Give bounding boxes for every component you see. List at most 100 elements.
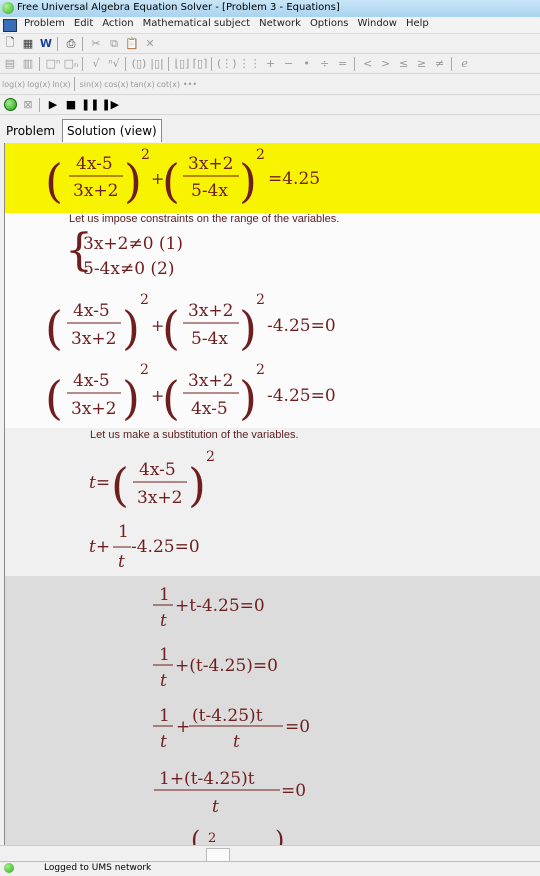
svg-text:-4.25=0: -4.25=0 [267,386,336,406]
minus-button[interactable]: − [281,56,297,72]
nth-root-icon[interactable]: ⁿ√ [106,56,122,72]
tab-solution-view[interactable]: Solution (view) [62,119,162,142]
svg-text:(: ( [111,458,129,512]
svg-text:(: ( [162,154,180,208]
menu-help[interactable]: Help [406,18,429,29]
svg-text:3x+2: 3x+2 [71,329,116,349]
abs-icon[interactable]: |▯| [149,56,165,72]
svg-text:2: 2 [256,292,265,308]
less-than-button[interactable]: < [360,56,376,72]
step-icon[interactable]: ❚▶ [101,97,119,113]
svg-text:): ) [122,301,140,355]
status-bar: Logged to UMS network [0,861,540,876]
matrix-row-icon[interactable]: ▤ [2,56,18,72]
log-base-button[interactable]: log(x) [2,76,25,92]
ln-button[interactable]: ln(x) [52,76,70,92]
floor-icon[interactable]: ⌊▯⌋ [174,56,190,72]
svg-text:): ) [239,371,257,425]
disconnect-icon[interactable]: ⊠ [20,97,36,113]
sqrt-icon[interactable]: √ [88,56,104,72]
substitution-equations: t= ( 4x-5 3x+2 ) 2 t+ 1 t -4.25=0 [89,449,215,572]
equals-button[interactable]: = [335,56,351,72]
scrollbar-thumb[interactable] [206,848,230,862]
svg-text:4x-5: 4x-5 [139,460,176,480]
equation-step-2: ( 4x-5 3x+2 ) 2 + ( 3x+2 4x-5 ) 2 -4.25=… [45,362,336,425]
title-bar: Free Universal Algebra Equation Solver -… [0,0,540,18]
delete-icon[interactable]: ✕ [142,36,158,52]
svg-text:2: 2 [140,362,149,378]
svg-text:t: t [160,671,167,691]
svg-text:1: 1 [118,522,129,542]
cot-button[interactable]: cot(x) [157,76,180,92]
svg-text:): ) [275,826,284,845]
svg-text:=0: =0 [281,781,306,801]
plus-button[interactable]: + [263,56,279,72]
math-toolbar: ▤ ▥ □ⁿ □ₙ √ ⁿ√ (▯) |▯| ⌊▯⌋ ⌈▯⌉ (⋮) ⋮⋮ + … [0,54,540,74]
parentheses-icon[interactable]: (▯) [131,56,147,72]
multiply-button[interactable]: • [299,56,315,72]
word-export-icon[interactable]: W [38,36,54,52]
subscript-icon[interactable]: □ₙ [63,56,79,72]
horizontal-scrollbar[interactable] [0,845,540,862]
play-icon[interactable]: ▶ [45,97,61,113]
svg-text:(: ( [162,371,180,425]
menu-edit[interactable]: Edit [74,18,93,29]
menu-problem[interactable]: Problem [24,18,65,29]
solve-step-3-numerator: (t-4.25)t [192,706,263,726]
power-icon[interactable]: □ⁿ [45,56,61,72]
t-definition-lhs: t= [89,473,110,493]
document-system-menu-icon[interactable] [3,19,17,32]
matrix-icon[interactable]: (⋮) [217,56,237,72]
calculator-icon[interactable]: ▦ [20,36,36,52]
matrix-col-icon[interactable]: ▥ [20,56,36,72]
stop-icon[interactable]: ■ [63,97,79,113]
new-document-icon[interactable]: 🗋 [2,36,18,52]
t-plus: t+ [89,537,110,557]
grid-icon[interactable]: ⋮⋮ [239,56,261,72]
less-equal-button[interactable]: ≤ [396,56,412,72]
menu-mathematical-subject[interactable]: Mathematical subject [143,18,251,29]
euler-e-button[interactable]: e [457,56,473,72]
solve-step-1: +t-4.25=0 [175,596,265,616]
menu-action[interactable]: Action [102,18,133,29]
greater-than-button[interactable]: > [378,56,394,72]
ceil-icon[interactable]: ⌈▯⌉ [192,56,208,72]
svg-text:): ) [124,154,142,208]
cos-button[interactable]: cos(x) [104,76,128,92]
t-equation-rhs: -4.25=0 [131,537,200,557]
not-equal-button[interactable]: ≠ [432,56,448,72]
frac-b-denominator: 5-4x [191,181,228,201]
svg-text:3x+2: 3x+2 [188,301,233,321]
menu-options[interactable]: Options [310,18,349,29]
menu-network[interactable]: Network [259,18,301,29]
svg-text:1: 1 [159,585,170,605]
menu-window[interactable]: Window [358,18,397,29]
connect-icon[interactable] [2,97,18,113]
svg-text:1: 1 [159,706,170,726]
sin-button[interactable]: sin(x) [80,76,102,92]
log10-button[interactable]: log(x) [27,76,50,92]
tab-problem[interactable]: Problem [6,120,55,141]
cut-icon[interactable]: ✂ [88,36,104,52]
run-toolbar: ⊠ ▶ ■ ❚❚ ❚▶ [0,95,540,115]
svg-text:4x-5: 4x-5 [73,371,110,391]
svg-text:5-4x: 5-4x [191,329,228,349]
print-preview-icon[interactable]: ⎙ [63,36,79,52]
svg-text:2: 2 [208,831,216,845]
divide-button[interactable]: ÷ [317,56,333,72]
svg-text:): ) [239,154,257,208]
svg-text:t: t [160,611,167,631]
more-functions-button[interactable]: ••• [182,76,198,92]
svg-text:2: 2 [256,362,265,378]
svg-text:2: 2 [206,449,215,465]
svg-text:): ) [188,458,206,512]
svg-text:): ) [122,371,140,425]
paste-icon[interactable]: 📋 [124,36,140,52]
pause-icon[interactable]: ❚❚ [81,97,99,113]
solve-step-2: +(t-4.25)=0 [175,656,278,676]
greater-equal-button[interactable]: ≥ [414,56,430,72]
copy-icon[interactable]: ⧉ [106,36,122,52]
tan-button[interactable]: tan(x) [131,76,155,92]
svg-text:t: t [160,732,167,752]
function-toolbar: log(x) log(x) ln(x) sin(x) cos(x) tan(x)… [0,74,540,95]
